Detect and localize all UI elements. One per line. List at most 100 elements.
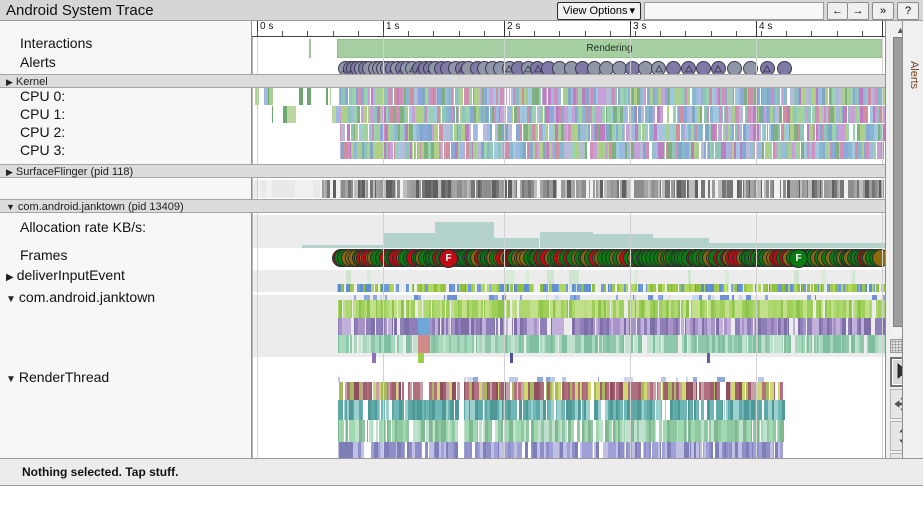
trace-slice[interactable] [588, 382, 592, 400]
trace-slice[interactable] [352, 284, 354, 292]
trace-slice[interactable] [667, 106, 670, 123]
trace-slice[interactable] [531, 284, 534, 292]
trace-slice[interactable] [306, 88, 311, 105]
timeline-ruler[interactable]: 0 s1 s2 s3 s4 s5 s [252, 21, 885, 37]
trace-slice[interactable] [661, 400, 663, 420]
trace-slice[interactable] [821, 300, 823, 318]
trace-slice[interactable] [481, 284, 485, 292]
trace-slice[interactable] [875, 284, 879, 292]
group-header-surfaceflinger[interactable]: ▶ SurfaceFlinger (pid 118) [0, 164, 923, 178]
track-label-allocation-rate[interactable]: Allocation rate KB/s: [20, 219, 146, 235]
trace-slice[interactable] [443, 284, 446, 292]
trace-slice[interactable] [749, 284, 753, 292]
trace-slice[interactable] [686, 88, 690, 105]
trace-slice[interactable] [418, 335, 430, 353]
trace-slice[interactable] [402, 400, 404, 420]
trace-slice[interactable] [401, 382, 405, 400]
trace-slice[interactable] [361, 442, 365, 458]
trace-slice[interactable] [407, 284, 409, 292]
trace-slice[interactable] [723, 284, 725, 292]
trace-slice[interactable] [366, 180, 369, 198]
trace-slice[interactable] [312, 180, 321, 198]
trace-slice[interactable] [349, 318, 351, 335]
trace-slice[interactable] [393, 318, 397, 335]
trace-slice[interactable] [638, 124, 641, 141]
frame-chip[interactable] [872, 249, 885, 267]
trace-slice[interactable] [299, 88, 303, 105]
group-header-janktown[interactable]: ▼ com.android.janktown (pid 13409) [0, 199, 923, 213]
trace-slice[interactable] [421, 420, 425, 442]
trace-slice[interactable] [701, 124, 703, 141]
track-label-interactions[interactable]: Interactions [20, 35, 92, 51]
trace-slice[interactable] [766, 284, 768, 292]
trace-slice[interactable] [787, 318, 790, 335]
trace-slice[interactable] [781, 400, 785, 420]
trace-slice[interactable] [810, 335, 813, 353]
trace-slice[interactable] [678, 318, 680, 335]
main-thread-row-3[interactable] [252, 335, 885, 353]
track-label-deliver-input-event[interactable]: ▶ deliverInputEvent [6, 267, 125, 283]
timeline-canvas[interactable]: Rendering F F [252, 37, 885, 458]
trace-slice[interactable] [731, 180, 733, 198]
trace-slice[interactable] [574, 284, 576, 292]
allocation-rate-step[interactable] [539, 231, 593, 248]
trace-slice[interactable] [291, 106, 296, 123]
trace-slice[interactable] [591, 284, 595, 292]
trace-slice[interactable] [361, 400, 364, 420]
trace-slice[interactable] [700, 106, 702, 123]
trace-slice[interactable] [510, 353, 513, 363]
trace-slice[interactable] [507, 300, 511, 318]
trace-slice[interactable] [783, 88, 787, 105]
input-event-slices[interactable] [252, 284, 885, 292]
trace-slice[interactable] [809, 300, 813, 318]
cpu-track-3[interactable] [252, 142, 885, 159]
allocation-rate-step[interactable] [494, 238, 540, 248]
track-label-alerts[interactable]: Alerts [20, 54, 56, 70]
trace-slice[interactable] [508, 124, 512, 141]
rendering-interaction-bar[interactable]: Rendering [337, 39, 882, 58]
trace-slice[interactable] [558, 88, 561, 105]
trace-slice[interactable] [326, 180, 330, 198]
cpu-track-1[interactable] [252, 106, 885, 123]
trace-slice[interactable] [603, 284, 607, 292]
trace-slice[interactable] [455, 420, 458, 442]
trace-slice[interactable] [545, 318, 547, 335]
trace-slice[interactable] [780, 382, 783, 400]
track-label-cpu-0[interactable]: CPU 0: [20, 88, 65, 104]
trace-slice[interactable] [802, 284, 806, 292]
trace-slice[interactable] [664, 400, 667, 420]
trace-slice[interactable] [654, 420, 657, 442]
trace-slice[interactable] [780, 180, 782, 198]
render-thread-row-2[interactable] [252, 400, 885, 420]
trace-slice[interactable] [520, 442, 522, 458]
trace-slice[interactable] [626, 284, 628, 292]
trace-slice[interactable] [496, 318, 499, 335]
trace-slice[interactable] [701, 400, 704, 420]
trace-slice[interactable] [543, 382, 545, 400]
trace-slice[interactable] [710, 442, 714, 458]
trace-slice[interactable] [329, 88, 332, 105]
trace-slice[interactable] [454, 442, 459, 458]
trace-slice[interactable] [361, 420, 366, 442]
trace-slice[interactable] [401, 300, 404, 318]
trace-slice[interactable] [515, 180, 517, 198]
help-button[interactable]: ? [897, 1, 919, 20]
trace-slice[interactable] [865, 106, 869, 123]
track-label-render-thread[interactable]: ▼ RenderThread [6, 369, 109, 385]
allocation-rate-step[interactable] [434, 222, 495, 248]
trace-slice[interactable] [789, 335, 792, 353]
render-thread-row-4[interactable] [252, 442, 885, 458]
trace-slice[interactable] [719, 318, 723, 335]
trace-slice[interactable] [363, 106, 367, 123]
trace-slice[interactable] [710, 400, 714, 420]
trace-slice[interactable] [349, 335, 353, 353]
trace-slice[interactable] [290, 180, 296, 198]
trace-slice[interactable] [739, 106, 744, 123]
trace-slice[interactable] [864, 284, 867, 292]
trace-slice[interactable] [653, 106, 656, 123]
trace-slice[interactable] [346, 420, 348, 442]
trace-slice[interactable] [505, 88, 508, 105]
trace-slice[interactable] [418, 353, 424, 363]
trace-slice[interactable] [575, 442, 579, 458]
trace-slice[interactable] [372, 353, 376, 363]
